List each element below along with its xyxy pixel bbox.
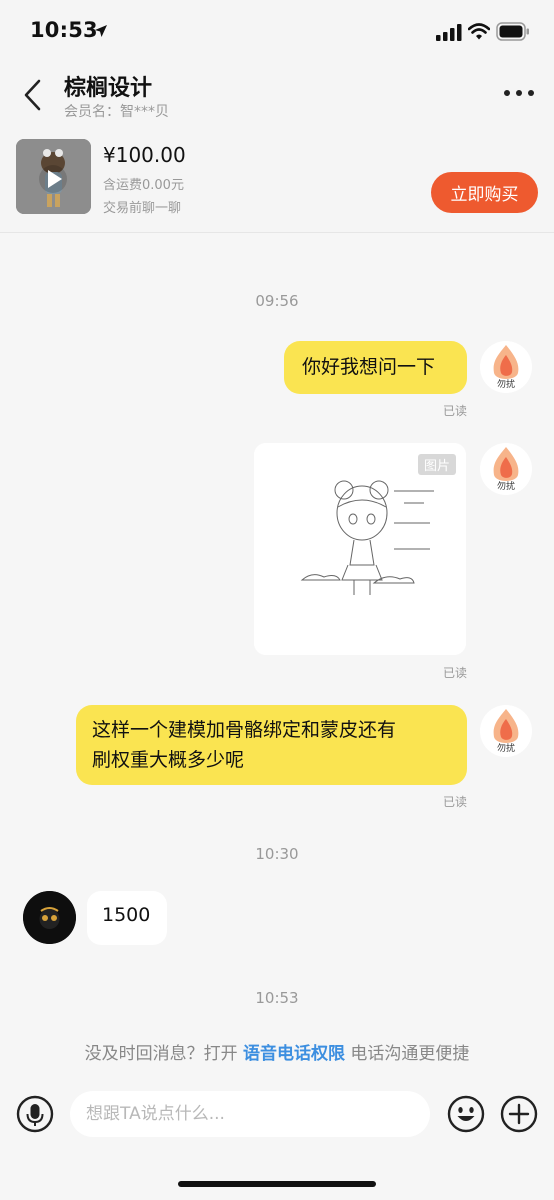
wifi-icon	[468, 23, 490, 40]
notice-suffix: 电话沟通更便捷	[345, 1044, 470, 1064]
image-message[interactable]: 图片	[254, 443, 466, 655]
notice-prefix: 没及时回消息？打开	[84, 1044, 243, 1064]
voice-call-permission-link[interactable]: 语音电话权限	[243, 1044, 345, 1064]
read-status: 已读	[443, 795, 468, 809]
seller-avatar-image	[23, 891, 76, 944]
product-thumbnail[interactable]	[16, 139, 91, 214]
message-line: 这样一个建模加骨骼绑定和蒙皮还有	[92, 719, 397, 741]
fire-avatar-image: 勿扰	[480, 443, 532, 495]
avatar[interactable]: 勿扰	[480, 705, 532, 757]
chat-timestamp: 10:30	[255, 845, 299, 863]
pre-chat-label: 交易前聊一聊	[103, 201, 182, 216]
avatar-tag: 勿扰	[497, 742, 515, 754]
figure-image	[16, 139, 91, 214]
member-label: 会员名：智***贝	[64, 104, 169, 120]
message-input[interactable]	[70, 1091, 430, 1137]
voice-input-button[interactable]	[16, 1095, 54, 1133]
message-line: 刷权重大概多少呢	[92, 749, 245, 771]
avatar[interactable]: 勿扰	[480, 341, 532, 393]
emoji-button[interactable]	[447, 1095, 485, 1133]
shipping-fee: 含运费0.00元	[103, 178, 184, 193]
page-title: 棕榈设计	[64, 76, 153, 101]
avatar[interactable]: 勿扰	[480, 443, 532, 495]
chat-timestamp: 10:53	[255, 989, 299, 1007]
cellular-signal-icon	[436, 24, 462, 41]
location-arrow-icon	[95, 25, 107, 37]
back-button[interactable]	[22, 78, 44, 112]
avatar-tag: 勿扰	[497, 378, 515, 390]
image-tag: 图片	[417, 454, 456, 475]
buy-now-button[interactable]: 立即购买	[431, 172, 538, 213]
battery-icon	[496, 22, 529, 41]
read-status: 已读	[443, 666, 468, 680]
fire-avatar-image: 勿扰	[480, 705, 532, 757]
call-permission-notice: 没及时回消息？打开 语音电话权限 电话沟通更便捷	[0, 1039, 554, 1064]
add-attachment-button[interactable]	[500, 1095, 538, 1133]
message-bubble-sent[interactable]: 你好我想问一下	[284, 341, 467, 394]
avatar-tag: 勿扰	[497, 480, 515, 492]
more-options-button[interactable]	[502, 86, 536, 100]
status-time: 10:53	[30, 18, 98, 42]
message-bubble-sent[interactable]: 这样一个建模加骨骼绑定和蒙皮还有 刷权重大概多少呢	[76, 705, 467, 785]
chat-timestamp: 09:56	[255, 292, 299, 310]
avatar[interactable]	[23, 891, 76, 944]
product-price: ¥100.00	[103, 143, 186, 167]
home-indicator	[178, 1181, 376, 1187]
message-bubble-received[interactable]: 1500	[87, 891, 167, 945]
read-status: 已读	[443, 404, 468, 418]
fire-avatar-image: 勿扰	[480, 341, 532, 393]
